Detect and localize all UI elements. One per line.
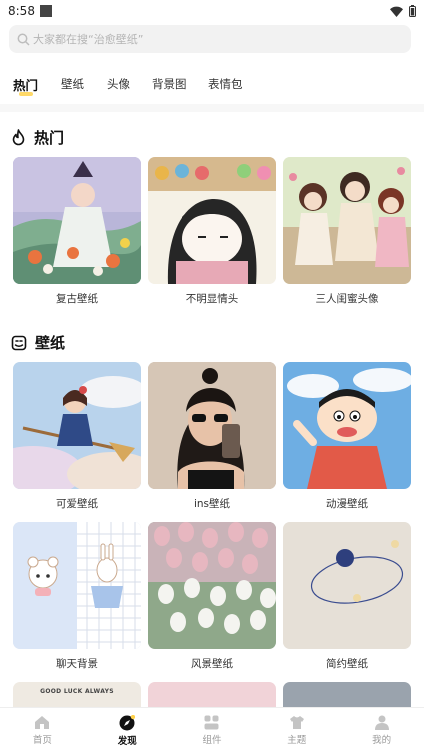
- card-label: 聊天背景: [56, 658, 98, 670]
- tshirt-icon: [289, 716, 304, 729]
- wallpaper-card[interactable]: 风景壁纸: [148, 522, 276, 671]
- wallpaper-card[interactable]: 三人闺蜜头像: [283, 157, 411, 306]
- card-label: 简约壁纸: [326, 658, 368, 670]
- tab-emoji[interactable]: 表情包: [208, 76, 243, 92]
- wallpaper-card[interactable]: 复古壁纸: [13, 157, 141, 306]
- category-tabs: 热门 壁纸 头像 背景图 表情包: [0, 68, 424, 98]
- status-time: 8:58: [8, 4, 35, 18]
- wifi-icon: [390, 6, 403, 17]
- card-label: 复古壁纸: [56, 293, 98, 305]
- card-thumbnail: [148, 157, 276, 284]
- nav-discover[interactable]: 发现: [85, 708, 170, 754]
- card-thumbnail: [148, 362, 276, 489]
- widgets-icon: [204, 715, 219, 730]
- status-bar: 8:58: [0, 0, 424, 22]
- card-thumbnail: [148, 682, 276, 707]
- bottom-nav: 首页 发现 组件 主题 我的: [0, 707, 424, 754]
- notification-icon: [39, 5, 52, 17]
- search-bar[interactable]: 大家都在搜“治愈壁纸”: [9, 25, 411, 53]
- home-icon: [35, 716, 50, 729]
- tab-hot[interactable]: 热门: [13, 75, 38, 96]
- card-label: 三人闺蜜头像: [315, 293, 379, 305]
- battery-icon: [409, 5, 416, 17]
- nav-home[interactable]: 首页: [0, 708, 85, 754]
- tab-background[interactable]: 背景图: [152, 76, 187, 92]
- wallpaper-card[interactable]: GOOD LUCK ALWAYS: [13, 682, 141, 707]
- nav-widgets[interactable]: 组件: [170, 708, 255, 754]
- card-thumbnail: GOOD LUCK ALWAYS: [13, 682, 141, 707]
- sticker-icon: [11, 335, 27, 351]
- wallpaper-card[interactable]: 简约壁纸: [283, 522, 411, 671]
- card-label: 可爱壁纸: [56, 498, 98, 510]
- card-thumbnail: [148, 522, 276, 649]
- wallpaper-card[interactable]: ins壁纸: [148, 362, 276, 511]
- nav-mine[interactable]: 我的: [339, 708, 424, 754]
- divider: [0, 104, 424, 112]
- wallpaper-card[interactable]: 不明显情头: [148, 157, 276, 306]
- card-thumbnail: [13, 522, 141, 649]
- tab-wallpaper[interactable]: 壁纸: [61, 76, 84, 92]
- status-icons: [390, 5, 416, 17]
- card-thumbnail: [283, 682, 411, 707]
- search-placeholder: 大家都在搜“治愈壁纸”: [33, 33, 144, 46]
- search-icon: [17, 33, 30, 46]
- card-thumbnail: [283, 362, 411, 489]
- wallpaper-card[interactable]: [283, 682, 411, 707]
- card-label: ins壁纸: [193, 498, 231, 510]
- card-thumbnail: [283, 157, 411, 284]
- wallpaper-card[interactable]: 动漫壁纸: [283, 362, 411, 511]
- flame-icon: [11, 129, 26, 146]
- card-thumbnail: [13, 157, 141, 284]
- wallpaper-card[interactable]: 可爱壁纸: [13, 362, 141, 511]
- card-label: 动漫壁纸: [326, 498, 368, 510]
- section-title-hot: 热门: [11, 127, 64, 148]
- discover-icon: [119, 715, 136, 731]
- user-icon: [374, 715, 389, 730]
- wallpaper-card[interactable]: 聊天背景: [13, 522, 141, 671]
- card-label: 不明显情头: [185, 293, 239, 305]
- nav-theme[interactable]: 主题: [254, 708, 339, 754]
- peek-text: GOOD LUCK ALWAYS: [40, 688, 114, 695]
- card-label: 风景壁纸: [191, 658, 233, 670]
- section-title-wallpaper: 壁纸: [11, 332, 65, 353]
- card-thumbnail: [283, 522, 411, 649]
- wallpaper-card[interactable]: [148, 682, 276, 707]
- card-thumbnail: [13, 362, 141, 489]
- tab-avatar[interactable]: 头像: [107, 76, 130, 92]
